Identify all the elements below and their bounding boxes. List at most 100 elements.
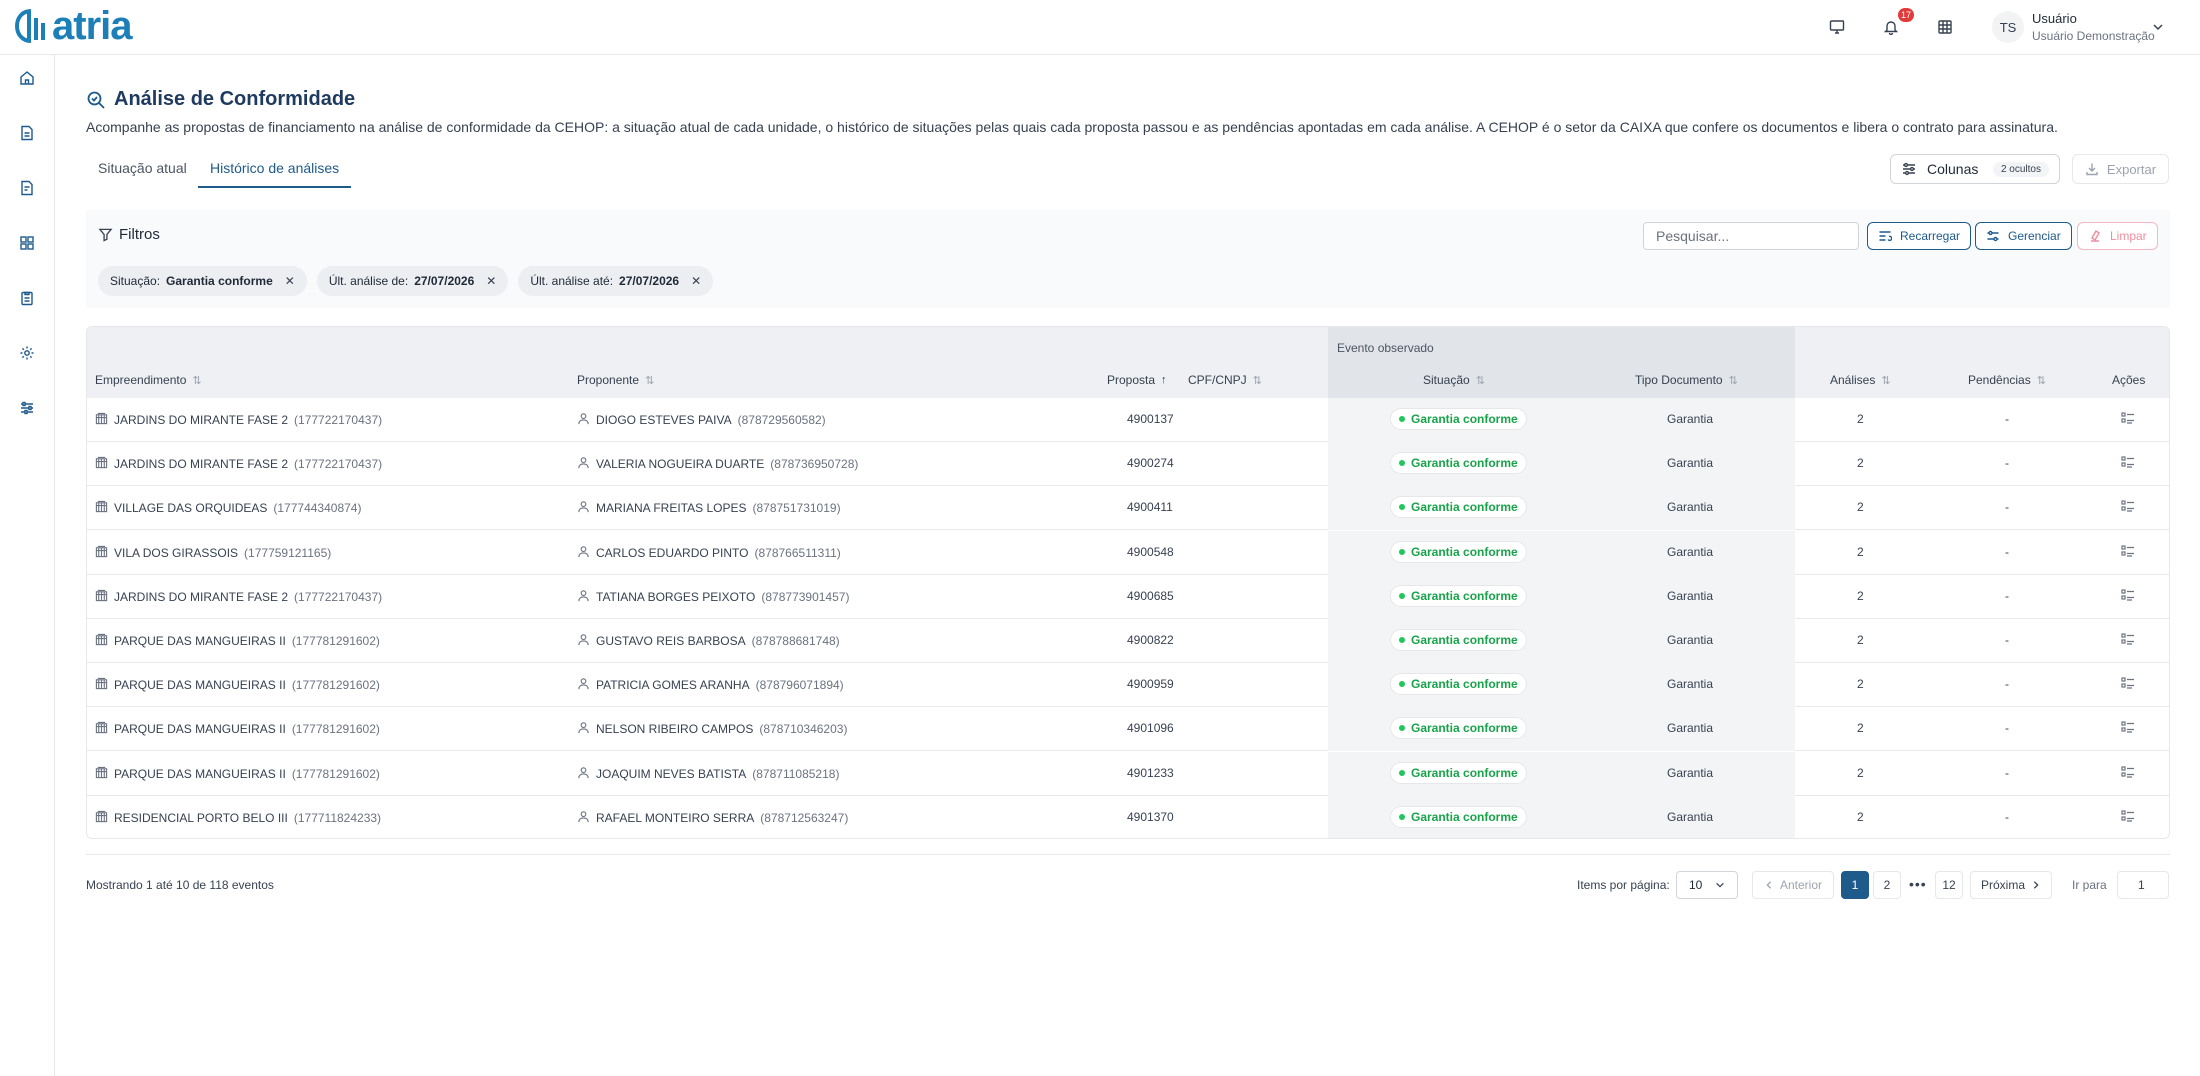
reload-button[interactable]: Recarregar	[1867, 222, 1972, 250]
empreendimento-name: JARDINS DO MIRANTE FASE 2	[114, 457, 289, 472]
table-row[interactable]: PARQUE DAS MANGUEIRAS II (177781291602) NE…	[87, 707, 2169, 752]
actions-list-icon[interactable]	[2121, 499, 2135, 513]
monitor-icon[interactable]	[1824, 14, 1850, 40]
search-input[interactable]	[1643, 222, 1859, 250]
filter-chip-situacao[interactable]: Situação: Garantia conforme ✕	[98, 266, 307, 296]
empreendimento-name: VILLAGE DAS ORQUIDEAS	[114, 501, 268, 516]
actions-list-icon[interactable]	[2121, 588, 2135, 602]
empreendimento-name: PARQUE DAS MANGUEIRAS II	[114, 634, 286, 648]
chevron-down-icon[interactable]	[2152, 20, 2164, 38]
cell-proposta: 4901233	[1127, 765, 1174, 780]
page-button-2[interactable]: 2	[1873, 871, 1901, 899]
hidden-columns-badge: 2 ocultos	[1992, 161, 2049, 177]
building-icon	[95, 456, 108, 472]
sliders-icon[interactable]	[14, 395, 40, 421]
cell-tipo-documento: Garantia	[1667, 412, 1714, 426]
col-label: Proposta	[1107, 373, 1156, 387]
cell-pendencias: -	[2005, 721, 2009, 736]
col-pendencias[interactable]: Pendências ⇅	[1968, 373, 2046, 387]
sort-icon: ⇅	[1728, 374, 1738, 387]
cell-analises: 2	[1857, 456, 1864, 471]
building-icon	[95, 677, 108, 693]
table-row[interactable]: JARDINS DO MIRANTE FASE 2 (177722170437) V…	[87, 442, 2169, 487]
actions-list-icon[interactable]	[2121, 765, 2135, 779]
goto-page-input[interactable]	[2117, 871, 2169, 899]
document-icon[interactable]	[14, 120, 40, 146]
dashboard-icon[interactable]	[14, 230, 40, 256]
table-row[interactable]: PARQUE DAS MANGUEIRAS II (177781291602) GU…	[87, 619, 2169, 663]
page-button-12[interactable]: 12	[1935, 871, 1963, 899]
col-tipo-documento[interactable]: Tipo Documento ⇅	[1635, 373, 1738, 387]
clear-button[interactable]: Limpar	[2077, 222, 2158, 250]
manage-button[interactable]: Gerenciar	[1975, 222, 2072, 250]
actions-list-icon[interactable]	[2121, 411, 2135, 425]
table-header: Evento observado Empreendimento ⇅ Propone…	[87, 327, 2169, 398]
proponente-code: (878788681748)	[751, 634, 840, 648]
col-empreendimento[interactable]: Empreendimento ⇅	[95, 373, 202, 387]
next-page-button[interactable]: Próxima	[1970, 871, 2052, 899]
pagination-ellipsis[interactable]: •••	[1909, 876, 1927, 892]
cell-proposta: 4900411	[1127, 500, 1173, 515]
file-icon[interactable]	[14, 175, 40, 201]
results-summary: Mostrando 1 até 10 de 118 eventos	[86, 878, 274, 892]
table-row[interactable]: JARDINS DO MIRANTE FASE 2 (177722170437) D…	[87, 398, 2169, 442]
logo[interactable]: atria	[14, 6, 132, 46]
table-row[interactable]: JARDINS DO MIRANTE FASE 2 (177722170437) T…	[87, 574, 2169, 619]
close-icon[interactable]: ✕	[691, 274, 701, 288]
close-icon[interactable]: ✕	[285, 274, 295, 288]
cell-pendencias: -	[2005, 633, 2009, 647]
cell-pendencias: -	[2005, 765, 2009, 780]
notification-badge: 17	[1897, 8, 1914, 22]
actions-list-icon[interactable]	[2121, 720, 2135, 734]
filter-chip-analise-ate[interactable]: Últ. análise até: 27/07/2026 ✕	[518, 266, 714, 296]
cell-pendencias: -	[2005, 588, 2009, 603]
proponente-code: (878711085218)	[752, 766, 840, 781]
actions-list-icon[interactable]	[2121, 676, 2135, 690]
page-button-1[interactable]: 1	[1841, 871, 1869, 899]
filter-chip-analise-de[interactable]: Últ. análise de: 27/07/2026 ✕	[316, 266, 509, 296]
proponente-name: GUSTAVO REIS BARBOSA	[596, 634, 746, 648]
prev-page-button[interactable]: Anterior	[1752, 871, 1834, 899]
chip-key: Últ. análise até:	[530, 274, 614, 288]
export-button[interactable]: Exportar	[2072, 154, 2169, 184]
person-icon	[577, 810, 590, 826]
person-icon	[577, 721, 590, 737]
proponente-name: CARLOS EDUARDO PINTO	[596, 545, 749, 560]
col-analises[interactable]: Análises ⇅	[1830, 373, 1891, 387]
home-icon[interactable]	[14, 65, 40, 91]
col-cpf-cnpj[interactable]: CPF/CNPJ ⇅	[1188, 373, 1262, 387]
close-icon[interactable]: ✕	[486, 274, 496, 288]
table-row[interactable]: VILA DOS GIRASSOIS (177759121165) CARLOS E…	[87, 530, 2169, 575]
gear-icon[interactable]	[14, 340, 40, 366]
col-situacao[interactable]: Situação ⇅	[1423, 373, 1485, 387]
per-page-select[interactable]: 10	[1676, 871, 1738, 899]
col-proponente[interactable]: Proponente ⇅	[577, 373, 654, 387]
table-row[interactable]: PARQUE DAS MANGUEIRAS II (177781291602) PA…	[87, 663, 2169, 708]
table-row[interactable]: PARQUE DAS MANGUEIRAS II (177781291602) JO…	[87, 751, 2169, 796]
status-label: Garantia conforme	[1411, 721, 1518, 736]
cell-proposta: 4901370	[1127, 809, 1174, 824]
actions-list-icon[interactable]	[2121, 544, 2135, 558]
actions-list-icon[interactable]	[2121, 632, 2135, 646]
table-row[interactable]: VILLAGE DAS ORQUIDEAS (177744340874) MARIA…	[87, 486, 2169, 531]
tab-situacao-atual[interactable]: Situação atual	[86, 160, 199, 188]
proponente-name: TATIANA BORGES PEIXOTO	[596, 589, 756, 604]
sort-icon: ⇅	[192, 374, 202, 387]
sort-icon: ⇅	[1881, 374, 1891, 387]
columns-button[interactable]: Colunas 2 ocultos	[1890, 154, 2060, 184]
tab-historico-analises[interactable]: Histórico de análises	[198, 160, 352, 188]
table-row[interactable]: RESIDENCIAL PORTO BELO III (177711824233)…	[87, 795, 2169, 838]
proponente-name: NELSON RIBEIRO CAMPOS	[596, 722, 754, 737]
filters-header[interactable]: Filtros	[98, 226, 160, 243]
status-dot-icon	[1399, 416, 1405, 422]
actions-list-icon[interactable]	[2121, 809, 2135, 823]
col-proposta[interactable]: Proposta ↑	[1107, 373, 1167, 387]
clipboard-icon[interactable]	[14, 285, 40, 311]
apps-grid-icon[interactable]	[1932, 14, 1958, 40]
status-label: Garantia conforme	[1411, 633, 1518, 647]
cell-analises: 2	[1857, 765, 1864, 780]
avatar[interactable]: TS	[1992, 11, 2024, 43]
notification-bell-icon[interactable]: 17	[1878, 8, 1914, 40]
actions-list-icon[interactable]	[2121, 455, 2135, 469]
proponente-code: (878712563247)	[760, 810, 849, 825]
